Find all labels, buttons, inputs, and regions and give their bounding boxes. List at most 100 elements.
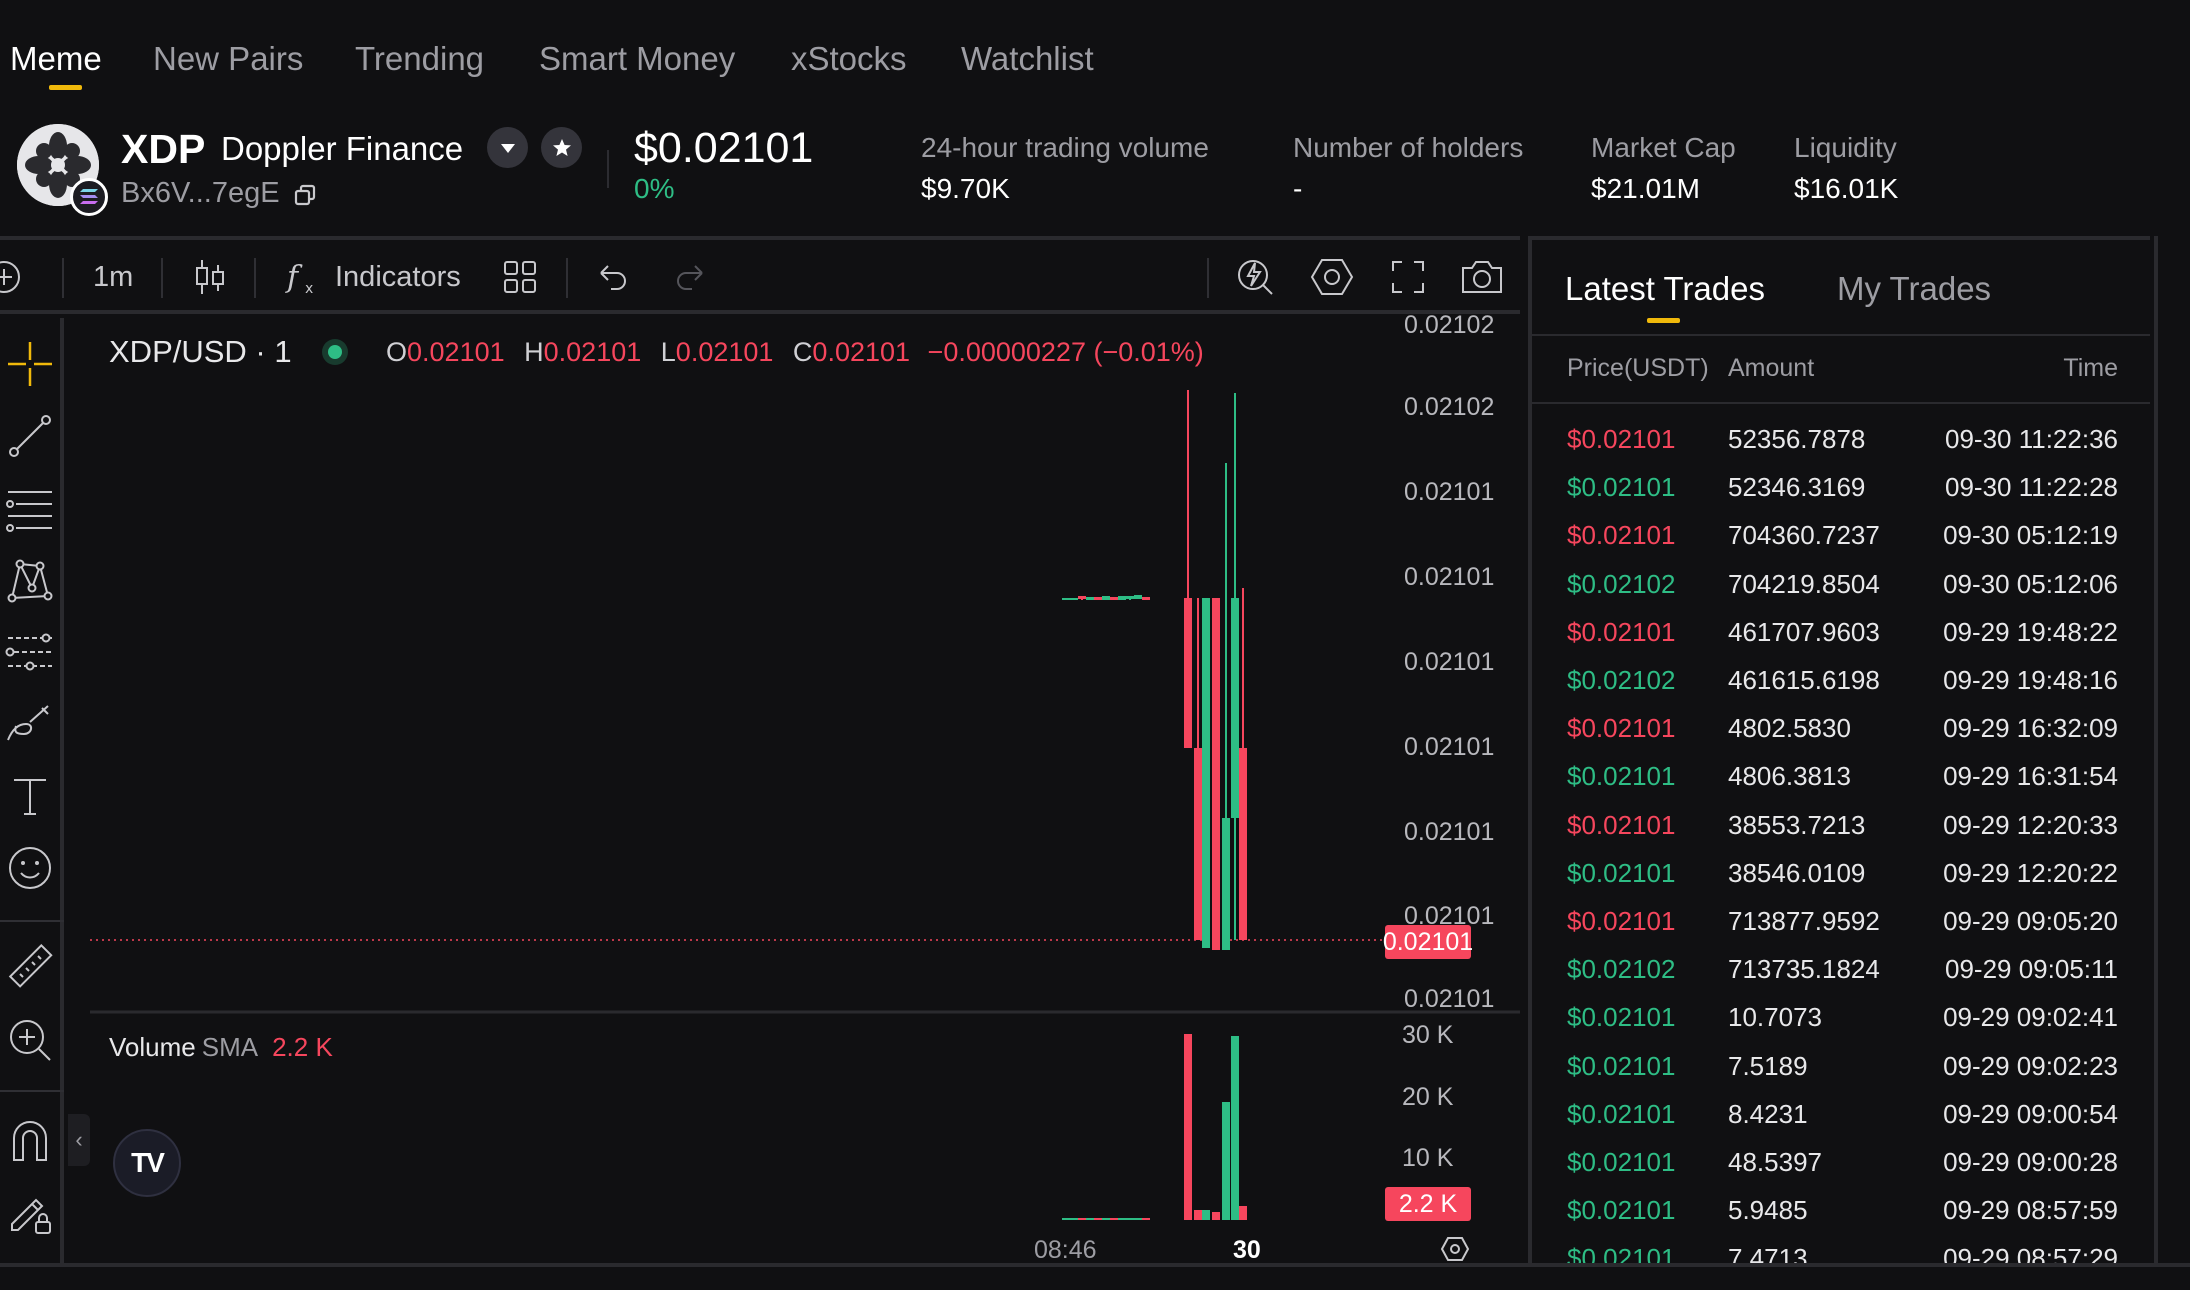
emoji-tool[interactable] <box>4 842 56 894</box>
pattern-tool[interactable] <box>4 554 56 606</box>
crosshair-tool[interactable] <box>4 338 56 390</box>
trade-time: 09-30 05:12:06 <box>1943 568 2118 599</box>
trade-time: 09-29 09:02:41 <box>1943 1002 2118 1033</box>
trade-amount: 704219.8504 <box>1728 568 1880 599</box>
price-chart[interactable] <box>90 318 1520 1263</box>
candle-body <box>1062 598 1070 600</box>
time-column-header: Time <box>2063 354 2118 382</box>
active-tab-indicator <box>49 85 82 90</box>
brush-icon <box>7 705 49 741</box>
tab-xstocks[interactable]: xStocks <box>791 40 907 78</box>
lock-drawings-tool[interactable] <box>4 1186 56 1238</box>
measure-tool[interactable] <box>4 942 56 994</box>
layout-button[interactable] <box>502 240 538 314</box>
volume-bar <box>1231 1036 1239 1220</box>
chart-area[interactable] <box>90 318 1520 1263</box>
high-value: 0.02101 <box>543 337 642 367</box>
tab-new-pairs[interactable]: New Pairs <box>153 40 303 78</box>
volume-bar <box>1222 1102 1230 1220</box>
brush-tool[interactable] <box>4 698 56 750</box>
candle-body <box>1184 598 1192 748</box>
trade-row: $0.02101 48.5397 09-29 09:00:28 <box>1532 1141 2150 1189</box>
close-value: 0.02101 <box>812 337 911 367</box>
camera-icon <box>1462 261 1502 293</box>
stat-holders-label: Number of holders <box>1293 132 1524 163</box>
volume-axis-label: 30 K <box>1402 1021 1454 1049</box>
trade-row: $0.02101 8.4231 09-29 09:00:54 <box>1532 1093 2150 1141</box>
add-symbol-button[interactable] <box>0 240 22 314</box>
low-value: 0.02101 <box>675 337 774 367</box>
tradingview-logo[interactable]: TV <box>113 1129 181 1197</box>
text-tool[interactable] <box>4 770 56 822</box>
zoom-tool[interactable] <box>4 1014 56 1066</box>
trendline-icon <box>9 415 51 457</box>
copy-icon[interactable] <box>294 184 316 211</box>
tab-smart-money[interactable]: Smart Money <box>539 40 735 78</box>
tab-latest-trades[interactable]: Latest Trades <box>1565 270 1765 308</box>
stat-holders-value: - <box>1293 173 1303 204</box>
ohlc-legend: O0.02101 H0.02101 L0.02101 C0.02101 −0.0… <box>386 337 1204 368</box>
collapse-toolbar-button[interactable]: ‹ <box>68 1114 90 1166</box>
volume-bar <box>1094 1218 1102 1220</box>
candles-group <box>1062 390 1247 950</box>
volume-sma-label: SMA <box>201 1032 259 1062</box>
function-icon: fx <box>285 260 313 297</box>
trade-row: $0.02101 461707.9603 09-29 19:48:22 <box>1532 611 2150 659</box>
magnet-icon <box>13 1121 47 1161</box>
trade-amount: 38553.7213 <box>1728 809 1866 840</box>
trade-amount: 5.9485 <box>1728 1195 1808 1226</box>
trade-time: 09-29 16:31:54 <box>1943 761 2118 792</box>
trade-row: $0.02101 38546.0109 09-29 12:20:22 <box>1532 852 2150 900</box>
candle-body <box>1134 595 1142 599</box>
text-icon <box>14 779 46 815</box>
trade-amount: 52346.3169 <box>1728 472 1866 503</box>
candle-body <box>1212 598 1220 950</box>
quick-search-button[interactable] <box>1235 240 1275 314</box>
market-status-dot <box>322 339 348 365</box>
price-change: 0% <box>634 173 675 204</box>
token-dropdown-button[interactable] <box>487 127 528 168</box>
volume-axis-label: 20 K <box>1402 1083 1454 1111</box>
settings-icon <box>1310 259 1354 295</box>
trade-row: $0.02101 52356.7878 09-30 11:22:36 <box>1532 418 2150 466</box>
tab-my-trades[interactable]: My Trades <box>1837 270 1991 308</box>
favorite-button[interactable] <box>541 127 582 168</box>
trade-price: $0.02101 <box>1567 713 1676 744</box>
redo-button[interactable] <box>674 240 706 314</box>
price-axis-label: 0.02101 <box>1404 563 1495 591</box>
redo-icon <box>677 265 703 290</box>
chart-type-button[interactable] <box>193 240 227 314</box>
fib-tool[interactable] <box>4 626 56 678</box>
fullscreen-button[interactable] <box>1390 240 1426 314</box>
trendline-tool[interactable] <box>4 410 56 462</box>
undo-button[interactable] <box>597 240 629 314</box>
screenshot-button[interactable] <box>1460 240 1504 314</box>
token-address: Bx6V...7egE <box>121 177 280 209</box>
trade-amount: 52356.7878 <box>1728 424 1866 454</box>
tab-meme[interactable]: Meme <box>10 40 102 78</box>
current-price: $0.02101 <box>634 124 814 172</box>
low-label: L <box>660 337 676 367</box>
tab-watchlist[interactable]: Watchlist <box>961 40 1094 78</box>
magnet-tool[interactable] <box>4 1114 56 1166</box>
interval-button[interactable]: 1m <box>93 240 133 314</box>
volume-bar <box>1142 1218 1150 1220</box>
volume-title: Volume <box>109 1032 196 1062</box>
trade-amount: 4806.3813 <box>1728 761 1851 792</box>
trade-amount: 10.7073 <box>1728 1002 1822 1033</box>
token-symbol: XDP <box>121 126 206 172</box>
ruler-icon <box>8 944 53 988</box>
tab-trending[interactable]: Trending <box>355 40 484 78</box>
price-column-header: Price(USDT) <box>1567 354 1709 382</box>
trade-time: 09-29 12:20:22 <box>1943 857 2118 888</box>
ohlc-change: −0.00000227 (−0.01%) <box>927 337 1204 367</box>
grid-icon <box>504 261 536 293</box>
price-axis-label: 0.02102 <box>1404 393 1495 421</box>
trade-row: $0.02101 704360.7237 09-30 05:12:19 <box>1532 514 2150 562</box>
volume-bar <box>1086 1218 1094 1220</box>
chart-settings-button[interactable] <box>1310 240 1354 314</box>
trade-amount: 4802.5830 <box>1728 713 1851 744</box>
indicators-button[interactable]: fx Indicators <box>285 240 461 314</box>
bottom-bar <box>0 1263 2190 1290</box>
horizontal-lines-tool[interactable] <box>4 482 56 534</box>
